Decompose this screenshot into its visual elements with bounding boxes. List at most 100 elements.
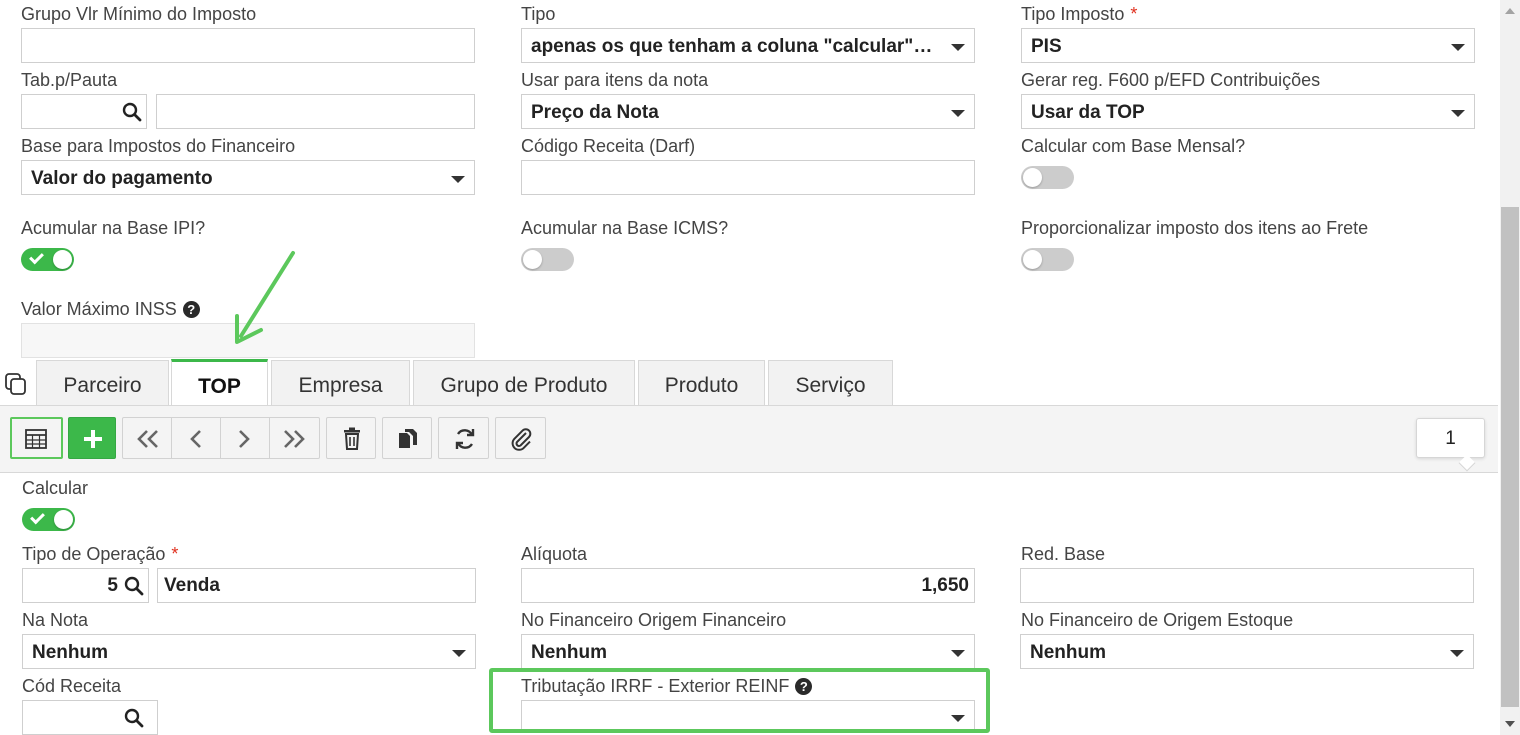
tipo-value: apenas os que tenham a coluna "calcular"… bbox=[531, 36, 936, 57]
toggle-knob bbox=[54, 510, 73, 529]
calcular-base-mensal-toggle[interactable] bbox=[1021, 166, 1074, 189]
chevron-down-icon bbox=[1451, 110, 1465, 117]
gerar-f600-value: Usar da TOP bbox=[1031, 102, 1145, 123]
paperclip-icon bbox=[511, 428, 532, 451]
aliquota-value: 1,650 bbox=[921, 575, 969, 596]
previous-record-icon[interactable] bbox=[188, 428, 204, 450]
fin-origem-est-value: Nenhum bbox=[1030, 642, 1106, 663]
tipo-operacao-desc: Venda bbox=[164, 575, 220, 596]
proporcionalizar-label: Proporcionalizar imposto dos itens ao Fr… bbox=[1021, 218, 1369, 238]
divider bbox=[220, 418, 221, 458]
acumular-icms-label: Acumular na Base ICMS? bbox=[521, 218, 729, 238]
acumular-ipi-label: Acumular na Base IPI? bbox=[21, 218, 206, 238]
navigation-group bbox=[122, 417, 320, 459]
fin-origem-fin-label: No Financeiro Origem Financeiro bbox=[521, 610, 787, 630]
first-record-icon[interactable] bbox=[135, 428, 161, 450]
tab-pauta-label: Tab.p/Pauta bbox=[21, 70, 118, 90]
fin-origem-est-label: No Financeiro de Origem Estoque bbox=[1021, 610, 1294, 630]
tab-empresa[interactable]: Empresa bbox=[271, 360, 410, 405]
tab-parceiro[interactable]: Parceiro bbox=[36, 360, 169, 405]
toggle-knob bbox=[523, 250, 542, 269]
scroll-down-icon[interactable] bbox=[1505, 721, 1515, 727]
na-nota-select[interactable]: Nenhum bbox=[22, 634, 476, 669]
aliquota-label: Alíquota bbox=[521, 544, 588, 564]
acumular-ipi-toggle[interactable] bbox=[21, 248, 74, 271]
annotation-arrow bbox=[235, 251, 295, 344]
tab-pauta-desc-input[interactable] bbox=[156, 94, 475, 129]
fin-origem-est-select[interactable]: Nenhum bbox=[1020, 634, 1474, 669]
divider bbox=[269, 418, 270, 458]
tab-pauta-code-input[interactable] bbox=[21, 94, 147, 129]
search-icon[interactable] bbox=[124, 708, 144, 728]
search-icon[interactable] bbox=[122, 102, 142, 122]
chevron-down-icon bbox=[951, 44, 965, 51]
help-icon[interactable]: ? bbox=[182, 301, 200, 318]
last-record-icon[interactable] bbox=[281, 428, 307, 450]
refresh-button[interactable] bbox=[438, 417, 489, 459]
toggle-knob bbox=[53, 250, 72, 269]
cod-receita-label: Cód Receita bbox=[22, 676, 122, 696]
chevron-down-icon bbox=[452, 650, 466, 657]
fin-origem-fin-select[interactable]: Nenhum bbox=[521, 634, 975, 669]
codigo-receita-darf-input[interactable] bbox=[521, 160, 975, 195]
tab-produto[interactable]: Produto bbox=[638, 360, 765, 405]
table-icon bbox=[25, 429, 47, 449]
check-icon bbox=[29, 249, 44, 265]
divider bbox=[171, 418, 172, 458]
tab-servico[interactable]: Serviço bbox=[768, 360, 893, 405]
chevron-down-icon bbox=[951, 110, 965, 117]
base-financeiro-value: Valor do pagamento bbox=[31, 168, 213, 189]
usar-itens-label: Usar para itens da nota bbox=[521, 70, 709, 90]
tipo-select[interactable]: apenas os que tenham a coluna "calcular"… bbox=[521, 28, 975, 63]
acumular-icms-toggle[interactable] bbox=[521, 248, 574, 271]
tipo-operacao-code: 5 bbox=[107, 575, 118, 596]
add-button[interactable] bbox=[68, 417, 116, 459]
copy-window-icon[interactable] bbox=[4, 372, 28, 396]
search-icon[interactable] bbox=[124, 576, 144, 596]
copy-icon bbox=[399, 429, 417, 448]
cod-receita-input[interactable] bbox=[22, 700, 158, 735]
tipo-imposto-label-text: Tipo Imposto bbox=[1021, 4, 1125, 24]
gerar-f600-select[interactable]: Usar da TOP bbox=[1021, 94, 1475, 129]
tipo-imposto-select[interactable]: PIS bbox=[1021, 28, 1475, 63]
grid-view-button[interactable] bbox=[10, 417, 63, 459]
usar-itens-value: Preço da Nota bbox=[531, 102, 659, 123]
chevron-down-icon bbox=[1450, 650, 1464, 657]
grupo-vlr-minimo-input[interactable] bbox=[21, 28, 475, 63]
scrollbar-thumb[interactable] bbox=[1501, 207, 1519, 707]
toggle-knob bbox=[1023, 250, 1042, 269]
next-record-icon[interactable] bbox=[236, 428, 252, 450]
tipo-operacao-code-input[interactable]: 5 bbox=[22, 568, 149, 603]
calcular-toggle[interactable] bbox=[22, 508, 75, 531]
plus-icon bbox=[84, 430, 102, 448]
tipo-operacao-label-text: Tipo de Operação bbox=[22, 544, 166, 564]
tipo-imposto-value: PIS bbox=[1031, 36, 1062, 57]
attach-button[interactable] bbox=[495, 417, 546, 459]
na-nota-label: Na Nota bbox=[22, 610, 89, 630]
proporcionalizar-toggle[interactable] bbox=[1021, 248, 1074, 271]
duplicate-button[interactable] bbox=[382, 417, 432, 459]
codigo-receita-darf-label: Código Receita (Darf) bbox=[521, 136, 696, 156]
tipo-operacao-desc-input[interactable]: Venda bbox=[157, 568, 476, 603]
check-icon bbox=[30, 509, 45, 525]
chevron-down-icon bbox=[951, 650, 965, 657]
tipo-imposto-label: Tipo Imposto * bbox=[1021, 4, 1137, 25]
highlight-box bbox=[489, 668, 990, 733]
na-nota-value: Nenhum bbox=[32, 642, 108, 663]
aliquota-input[interactable]: 1,650 bbox=[521, 568, 975, 603]
tab-top[interactable]: TOP bbox=[171, 359, 268, 406]
valor-maximo-inss-label: Valor Máximo INSS? bbox=[21, 299, 200, 320]
tipo-operacao-label: Tipo de Operação * bbox=[22, 544, 178, 565]
toggle-knob bbox=[1023, 168, 1042, 187]
base-financeiro-select[interactable]: Valor do pagamento bbox=[21, 160, 475, 195]
red-base-input[interactable] bbox=[1020, 568, 1474, 603]
trash-icon bbox=[344, 427, 360, 450]
vertical-scrollbar[interactable] bbox=[1500, 0, 1520, 735]
red-base-label: Red. Base bbox=[1021, 544, 1106, 564]
tab-grupo-de-produto[interactable]: Grupo de Produto bbox=[413, 360, 635, 405]
calcular-base-mensal-label: Calcular com Base Mensal? bbox=[1021, 136, 1246, 156]
base-financeiro-label: Base para Impostos do Financeiro bbox=[21, 136, 296, 156]
scroll-up-icon[interactable] bbox=[1505, 8, 1515, 14]
delete-button[interactable] bbox=[326, 417, 376, 459]
usar-itens-select[interactable]: Preço da Nota bbox=[521, 94, 975, 129]
